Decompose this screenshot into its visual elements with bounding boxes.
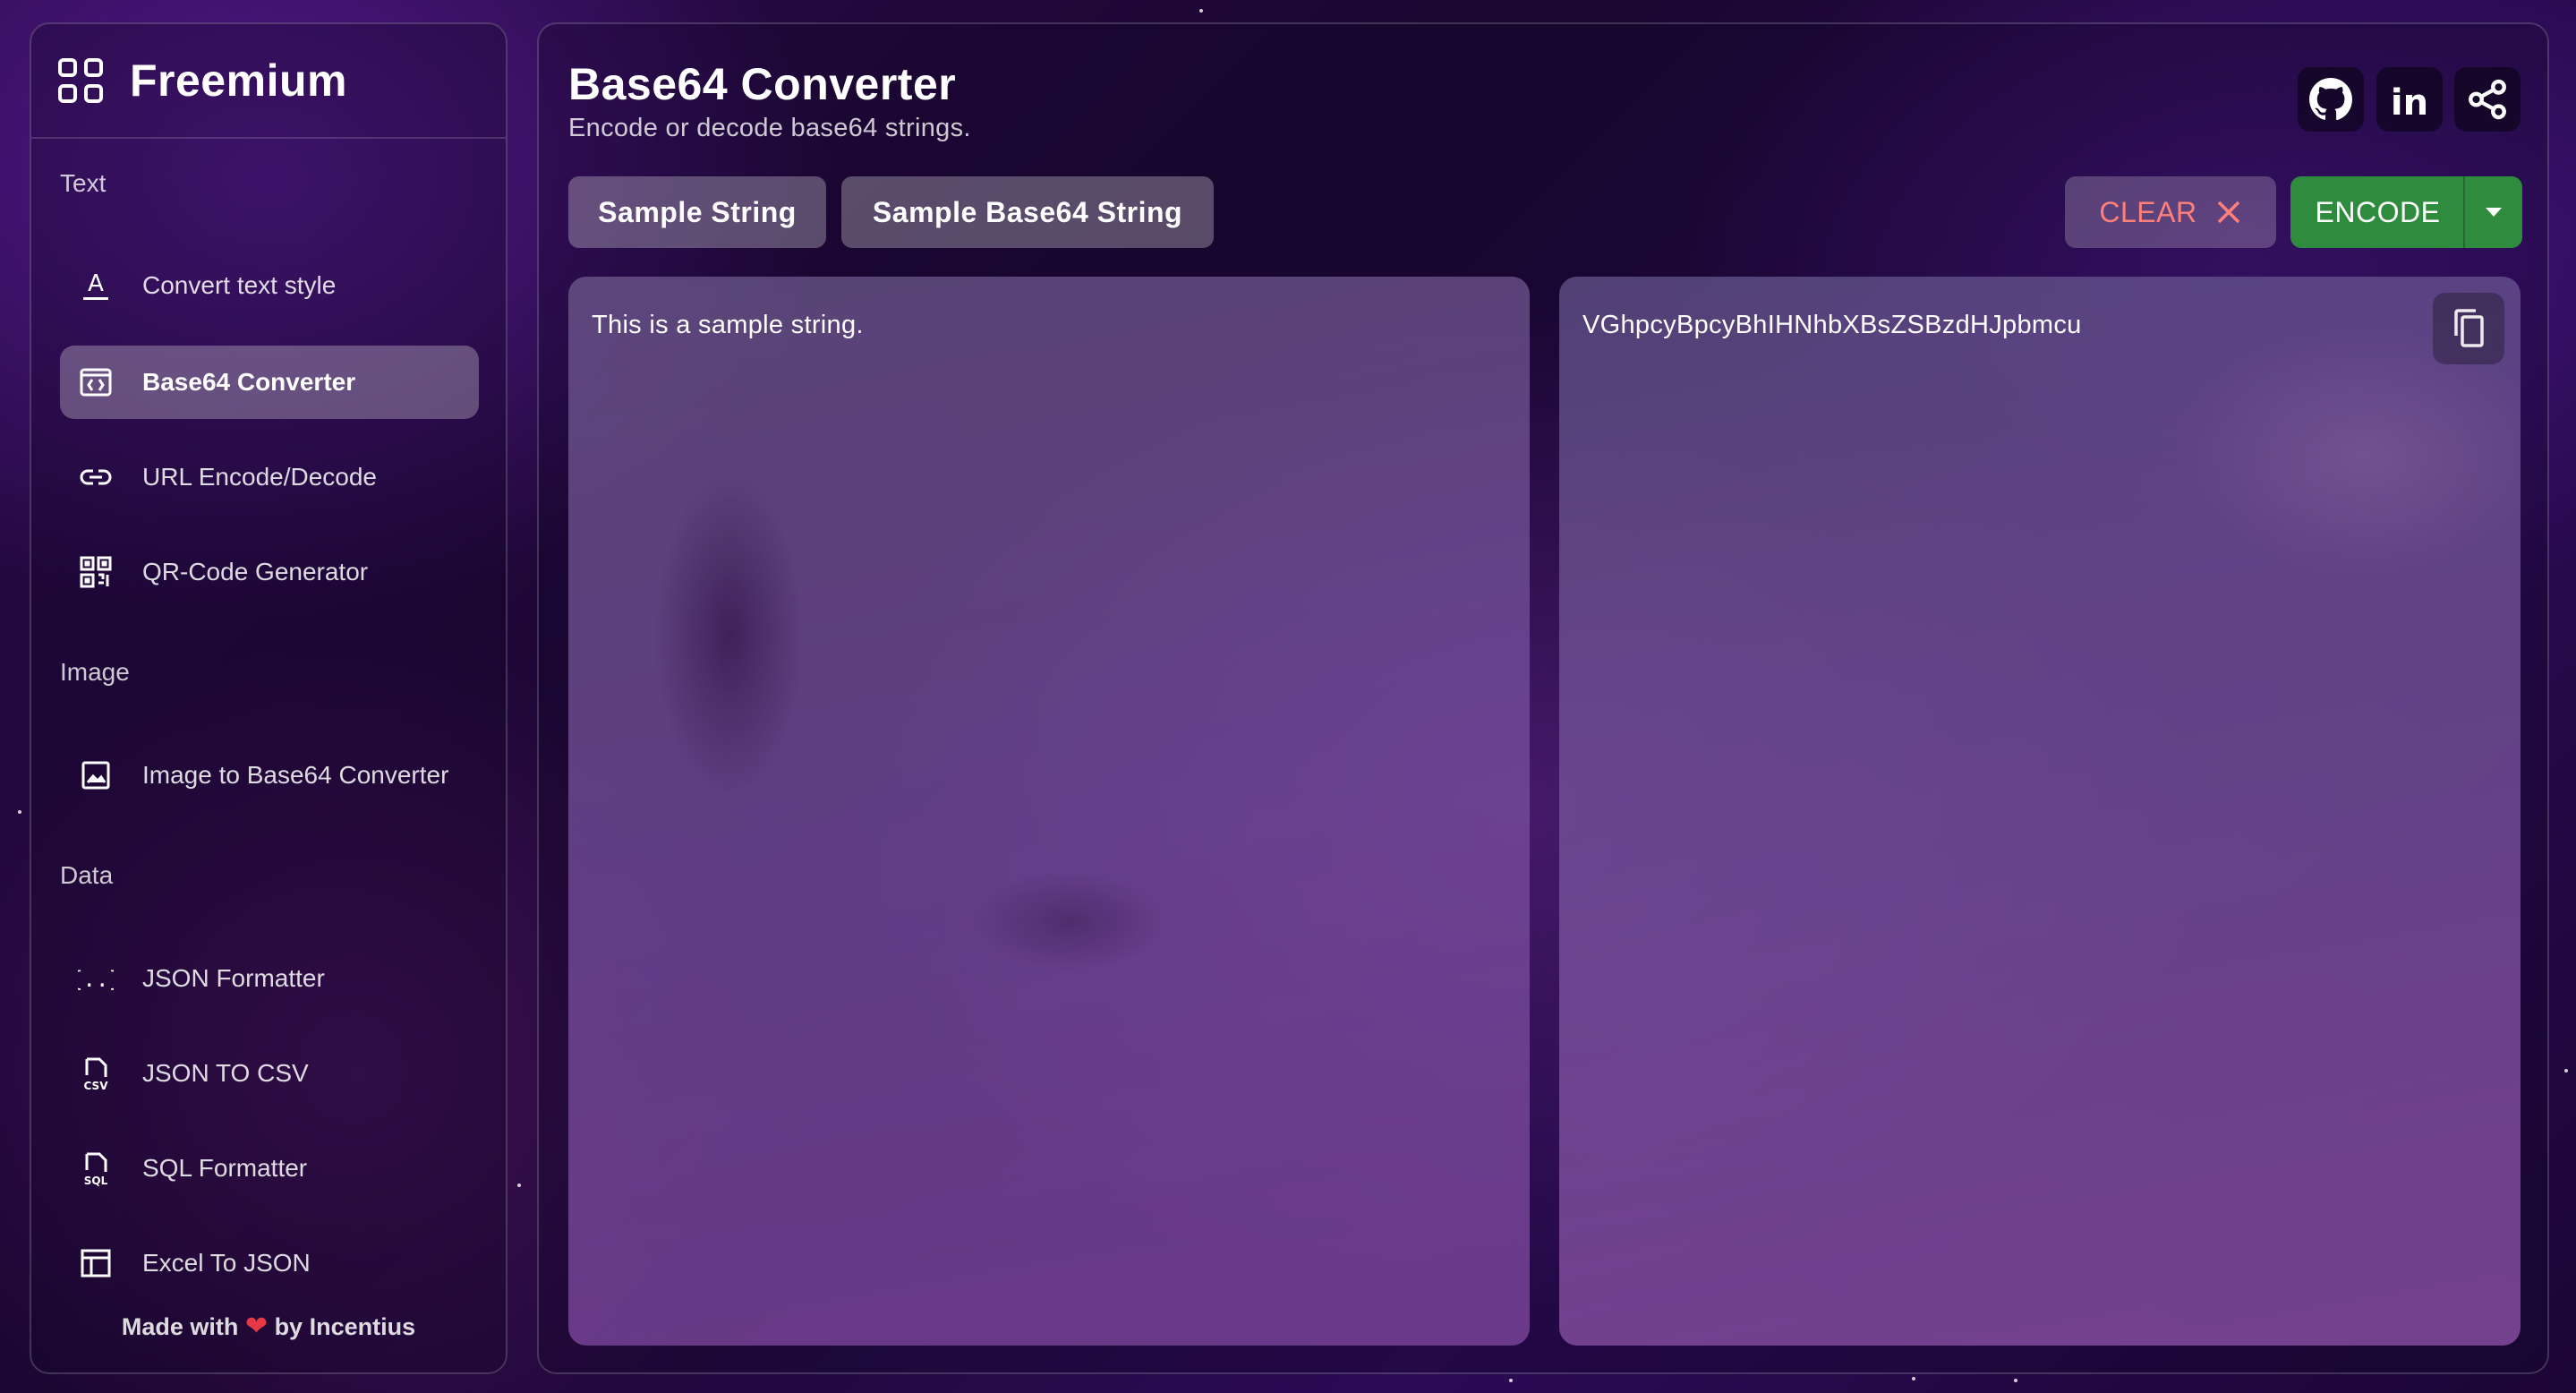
table-icon	[78, 1245, 114, 1281]
linkedin-button[interactable]: in	[2376, 67, 2443, 132]
brand-header[interactable]: Freemium	[31, 24, 506, 139]
sidebar-item-label: JSON Formatter	[142, 964, 325, 992]
github-button[interactable]	[2298, 67, 2364, 132]
close-icon	[2217, 201, 2239, 224]
sidebar-item-sql-formatter[interactable]: SQL SQL Formatter	[60, 1132, 479, 1205]
sidebar-item-image-to-base64[interactable]: Image to Base64 Converter	[60, 739, 479, 812]
image-icon	[78, 757, 114, 793]
input-textarea[interactable]: This is a sample string.	[568, 277, 1530, 1346]
brand-name: Freemium	[130, 56, 347, 106]
sidebar-item-label: Convert text style	[142, 271, 337, 299]
page-subtitle: Encode or decode base64 strings.	[568, 114, 971, 142]
section-label-data: Data	[60, 861, 114, 889]
sidebar-item-label: SQL Formatter	[142, 1154, 308, 1182]
sidebar-item-excel-to-json[interactable]: Excel To JSON	[60, 1226, 479, 1300]
sidebar-item-label: Excel To JSON	[142, 1249, 311, 1277]
sidebar-item-label: URL Encode/Decode	[142, 463, 378, 491]
linkedin-icon: in	[2391, 82, 2428, 122]
copy-button[interactable]	[2433, 293, 2504, 364]
sidebar-item-url-encode-decode[interactable]: URL Encode/Decode	[60, 440, 479, 514]
section-label-text: Text	[60, 169, 107, 197]
heart-icon: ❤	[244, 1312, 269, 1341]
sidebar-item-base64-converter[interactable]: Base64 Converter	[60, 346, 479, 419]
chevron-down-icon	[2486, 208, 2502, 217]
input-text: This is a sample string.	[592, 311, 864, 339]
section-label-image: Image	[60, 658, 130, 686]
main-panel: Base64 Converter Encode or decode base64…	[537, 22, 2549, 1374]
svg-text:in: in	[2391, 82, 2428, 122]
link-icon	[78, 459, 114, 495]
page-title: Base64 Converter	[568, 59, 957, 109]
braces-icon: {..}	[78, 961, 114, 996]
qr-code-icon	[78, 554, 114, 590]
svg-text:{..}: {..}	[78, 967, 114, 992]
sidebar-footer: Made with ❤ by Incentius	[121, 1312, 416, 1341]
sidebar-item-label: Image to Base64 Converter	[142, 761, 449, 789]
output-textarea[interactable]: VGhpcyBpcyBhIHNhbXBsZSBzdHJpbmcu	[1559, 277, 2521, 1346]
svg-text:A: A	[88, 270, 104, 297]
svg-text:CSV: CSV	[84, 1080, 109, 1091]
code-window-icon	[78, 364, 114, 400]
sidebar-item-label: QR-Code Generator	[142, 558, 369, 585]
star	[1509, 1379, 1513, 1382]
sidebar-item-convert-text-style[interactable]: A Convert text style	[60, 249, 479, 322]
star	[1199, 9, 1203, 13]
sample-string-button[interactable]: Sample String	[568, 176, 826, 248]
sidebar-item-label: JSON TO CSV	[142, 1059, 309, 1087]
text-format-icon: A	[78, 268, 114, 303]
sidebar-item-qr-code-generator[interactable]: QR-Code Generator	[60, 535, 479, 609]
encode-dropdown-button[interactable]	[2463, 176, 2522, 248]
share-icon	[2469, 79, 2506, 120]
sidebar-item-json-to-csv[interactable]: CSV JSON TO CSV	[60, 1037, 479, 1110]
encode-button[interactable]: ENCODE	[2290, 176, 2465, 248]
sidebar-item-json-formatter[interactable]: {..} JSON Formatter	[60, 942, 479, 1015]
sidebar: Freemium Text A Convert text style Base6…	[30, 22, 508, 1374]
csv-file-icon: CSV	[78, 1055, 114, 1091]
clear-button[interactable]: CLEAR	[2065, 176, 2276, 248]
sidebar-item-label: Base64 Converter	[142, 368, 356, 396]
output-text: VGhpcyBpcyBhIHNhbXBsZSBzdHJpbmcu	[1582, 311, 2082, 339]
star	[517, 1184, 521, 1187]
sql-file-icon: SQL	[78, 1150, 114, 1186]
clear-label: CLEAR	[2099, 195, 2197, 228]
svg-text:SQL: SQL	[84, 1175, 108, 1186]
share-button[interactable]	[2454, 67, 2521, 132]
copy-icon	[2454, 309, 2484, 347]
star	[2564, 1069, 2568, 1073]
author-link[interactable]: Incentius	[310, 1313, 416, 1340]
star	[18, 810, 21, 814]
sample-base64-button[interactable]: Sample Base64 String	[841, 176, 1214, 248]
star	[2014, 1379, 2017, 1382]
github-icon	[2309, 78, 2352, 121]
star	[1912, 1377, 1915, 1380]
grid-icon	[58, 58, 103, 103]
